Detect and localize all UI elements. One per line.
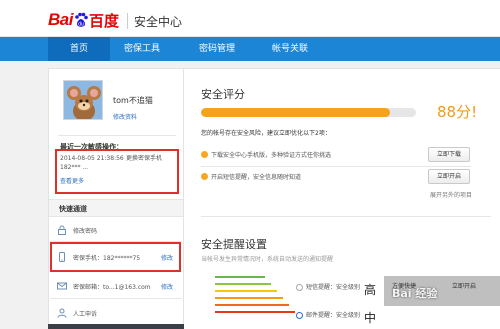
enable-now-button[interactable]: 立即开启 (428, 169, 470, 184)
divider (50, 298, 182, 299)
score-title: 安全评分 (201, 88, 245, 101)
page-title: 安全中心 (134, 15, 183, 29)
top-header: Bai du 百度 安全中心 (0, 0, 500, 37)
edit-profile-link[interactable]: 修改资料 (113, 112, 137, 121)
email-reminder-level: 中 (364, 311, 377, 325)
divider (58, 135, 176, 136)
person-icon (57, 308, 67, 318)
quick-item-change-password[interactable]: 修改密码 (50, 219, 182, 241)
warning-icon (201, 173, 208, 180)
watermark-text: Bai 经验 (392, 287, 438, 300)
score-warning: 您的帐号存在安全风险，建议立即优化以下2项： (201, 130, 331, 137)
score-item-sms: 开启短信提醒，安全信息随时知道 (201, 172, 301, 181)
edit-email-link[interactable]: 修改 (161, 282, 173, 291)
highlight-box-last-operation (55, 149, 179, 194)
score-item-text: 开启短信提醒，安全信息随时知道 (211, 174, 302, 181)
score-progress-fill (201, 108, 391, 117)
quick-item-label: 修改密码 (73, 227, 98, 235)
reminder-subtitle: 当帐号发生异常情况时，系统自动发送的通知提醒 (201, 256, 334, 263)
sms-reminder-label: 短信提醒：安全级别 (306, 284, 361, 291)
avatar[interactable] (63, 80, 103, 120)
logo-cn: 百度 (88, 11, 119, 30)
score-value: 88分! (437, 103, 478, 121)
expand-items-link[interactable]: 展开另外的项目 (430, 192, 472, 200)
quick-item-label: 密保邮箱：to...1@163.com (73, 283, 151, 291)
paw-icon: du (75, 12, 88, 28)
jerry-avatar-icon (64, 81, 102, 119)
nav-security-tools[interactable]: 密保工具 (110, 37, 174, 61)
email-reminder-radio[interactable] (296, 312, 303, 319)
lock-icon (58, 225, 66, 235)
quick-item-manual-appeal[interactable]: 人工申诉 (50, 302, 182, 324)
logo-latin: Bai (48, 10, 73, 29)
reminder-title: 安全提醒设置 (201, 238, 267, 251)
score-progress-bar (201, 108, 416, 117)
score-item-text: 下载安全中心手机版，多种验证方式任你挑选 (211, 152, 332, 159)
username: tom不追猫 (113, 96, 153, 105)
quick-channel-header: 快速通道 (49, 199, 183, 217)
svg-text:du: du (78, 22, 84, 28)
nav-account-link[interactable]: 帐号关联 (258, 37, 322, 61)
email-reminder-label: 邮件提醒：安全级别 (306, 312, 361, 319)
quick-channel-title: 快速通道 (59, 205, 87, 213)
divider (201, 216, 491, 217)
highlight-box-phone (50, 242, 181, 272)
left-panel-footer (48, 324, 184, 329)
divider (201, 166, 471, 167)
sms-reminder-level: 高 (364, 283, 377, 297)
main-nav: 首页 密保工具 密码管理 帐号关联 (0, 37, 500, 61)
nav-password[interactable]: 密码管理 (185, 37, 249, 61)
logo-divider (127, 13, 128, 29)
mail-icon (57, 282, 67, 290)
download-now-button[interactable]: 立即下载 (428, 147, 470, 162)
score-item-download: 下载安全中心手机版，多种验证方式任你挑选 (201, 150, 331, 159)
warning-icon (201, 151, 208, 158)
nav-home[interactable]: 首页 (48, 37, 110, 61)
baidu-logo[interactable]: Bai du 百度 (48, 10, 119, 30)
quick-item-label: 人工申诉 (73, 310, 98, 318)
sms-reminder-radio[interactable] (296, 284, 303, 291)
